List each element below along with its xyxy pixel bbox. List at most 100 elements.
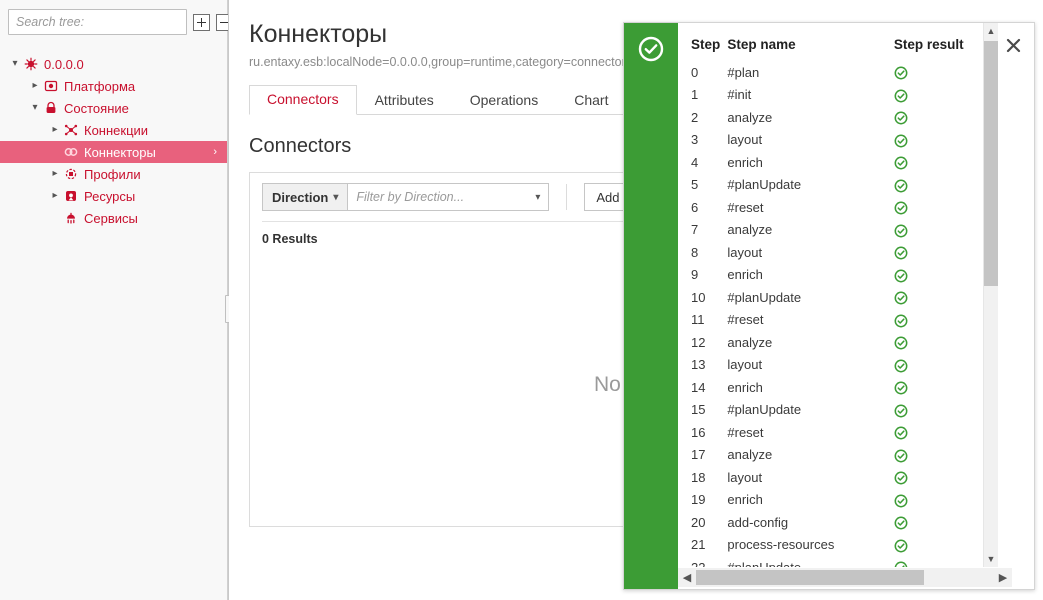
step-row[interactable]: 22#planUpdate (678, 556, 1012, 567)
tree-node-label: Платформа (64, 78, 136, 94)
tree-node-label: Профили (84, 166, 141, 182)
step-row[interactable]: 14 enrich (678, 376, 1012, 399)
step-row[interactable]: 0 #plan (678, 61, 1012, 84)
overlay-status-bar (624, 23, 678, 589)
overlay-body: Step Step name Step result 0 #plan 1 #init 2… (678, 23, 1034, 589)
step-index: 14 (691, 379, 706, 395)
scroll-up-icon[interactable]: ▲ (984, 23, 998, 39)
tree-node-3[interactable]: ▸ Коннекции (0, 119, 227, 141)
filter-field-dropdown[interactable]: Direction ▾ (262, 183, 348, 211)
check-circle-icon (894, 357, 908, 372)
step-index: 17 (691, 447, 706, 463)
step-name: analyze (727, 222, 773, 238)
step-index: 6 (691, 199, 699, 215)
step-row[interactable]: 9 enrich (678, 264, 1012, 287)
tree-node-7[interactable]: Сервисы (0, 207, 227, 229)
step-row[interactable]: 2 analyze (678, 106, 1012, 129)
step-name: #planUpdate (727, 402, 802, 418)
tree-node-0[interactable]: ▾ 0.0.0.0 (0, 53, 227, 75)
tree-node-6[interactable]: ▸ Ресурсы (0, 185, 227, 207)
check-circle-icon (894, 222, 908, 237)
tab-connectors[interactable]: Connectors (249, 85, 357, 115)
vertical-scrollbar[interactable]: ▲ ▼ (983, 23, 998, 567)
check-circle-icon (894, 424, 908, 440)
step-row[interactable]: 8 layout (678, 241, 1012, 264)
step-name: enrich (727, 154, 763, 170)
tab-attributes[interactable]: Attributes (357, 86, 452, 115)
twisty-icon[interactable]: ▾ (28, 97, 42, 119)
step-name: layout (727, 132, 763, 148)
step-row[interactable]: 17 analyze (678, 444, 1012, 467)
tree-node-5[interactable]: ▸ Профили (0, 163, 227, 185)
scroll-right-icon[interactable]: ▶ (994, 571, 1012, 584)
step-index: 0 (691, 64, 699, 80)
step-name: #reset (727, 424, 764, 440)
step-row[interactable]: 3 layout (678, 129, 1012, 152)
step-row[interactable]: 6 #reset (678, 196, 1012, 219)
step-index: 10 (691, 289, 706, 305)
tree-node-label: Состояние (64, 100, 129, 116)
tab-chart[interactable]: Chart (556, 86, 626, 115)
step-row[interactable]: 12 analyze (678, 331, 1012, 354)
check-circle-icon (894, 177, 908, 192)
step-name: layout (727, 244, 763, 260)
step-row[interactable]: 11 #reset (678, 309, 1012, 332)
step-row[interactable]: 20 add-config (678, 511, 1012, 534)
step-name: #reset (727, 312, 764, 328)
step-name: layout (727, 357, 763, 373)
step-row[interactable]: 10 #planUpdate (678, 286, 1012, 309)
check-circle-icon (637, 35, 665, 63)
connections-icon (62, 123, 80, 137)
step-row[interactable]: 1 #init (678, 84, 1012, 107)
twisty-icon[interactable]: ▸ (48, 185, 62, 207)
step-row[interactable]: 7 analyze (678, 219, 1012, 242)
scroll-left-icon[interactable]: ◀ (678, 571, 696, 584)
step-index: 13 (691, 357, 706, 373)
vertical-scroll-thumb[interactable] (984, 41, 998, 286)
search-tree-input[interactable] (8, 9, 187, 35)
twisty-icon[interactable]: ▸ (48, 163, 62, 185)
tree-search-row (0, 0, 233, 35)
step-row[interactable]: 21 process-resources (678, 534, 1012, 557)
twisty-icon[interactable]: ▸ (28, 75, 42, 97)
step-row[interactable]: 15 #planUpdate (678, 399, 1012, 422)
step-row[interactable]: 5 #planUpdate (678, 174, 1012, 197)
step-name: analyze (727, 334, 773, 350)
step-name: enrich (727, 267, 763, 283)
tab-operations[interactable]: Operations (452, 86, 556, 115)
check-circle-icon (894, 109, 908, 125)
step-row[interactable]: 13 layout (678, 354, 1012, 377)
step-index: 11 (691, 312, 705, 328)
step-name: #planUpdate (727, 289, 802, 305)
check-circle-icon (894, 514, 908, 530)
filter-input[interactable]: Filter by Direction... ▾ (347, 183, 550, 211)
expand-all-icon[interactable] (193, 13, 210, 31)
step-index: 1 (691, 87, 699, 103)
step-row[interactable]: 16 #reset (678, 421, 1012, 444)
scroll-down-icon[interactable]: ▼ (984, 551, 998, 567)
step-row[interactable]: 19 enrich (678, 489, 1012, 512)
close-icon[interactable] (1002, 34, 1024, 56)
tree-node-2[interactable]: ▾ Состояние (0, 97, 227, 119)
tree-node-4[interactable]: Коннекторы › (0, 141, 227, 163)
tree-node-list: ▾ 0.0.0.0 ▸ Платформа ▾ Состояние ▸ Коннекции Ко… (0, 35, 227, 229)
horizontal-scrollbar[interactable]: ◀ ▶ (678, 568, 1012, 587)
step-table: Step Step name Step result 0 #plan 1 #init 2… (678, 37, 1012, 567)
tree-panel: ▾0.0.0.0▸Платформа▾Состояние▸КоннекцииКо… (0, 0, 233, 600)
check-circle-icon (894, 132, 908, 147)
step-name: #planUpdate (727, 177, 802, 193)
step-row[interactable]: 18 layout (678, 466, 1012, 489)
horizontal-scroll-thumb[interactable] (696, 570, 924, 585)
step-index: 16 (691, 424, 706, 440)
step-row[interactable]: 4 enrich (678, 151, 1012, 174)
tree-node-1[interactable]: ▸ Платформа (0, 75, 227, 97)
step-index: 2 (691, 109, 699, 125)
tree-node-label: Сервисы (84, 210, 138, 226)
check-circle-icon (894, 537, 908, 552)
filter-input-placeholder: Filter by Direction... (356, 190, 465, 204)
twisty-icon[interactable]: ▾ (8, 53, 22, 75)
chevron-down-icon: ▾ (333, 191, 339, 203)
tree-node-label: 0.0.0.0 (44, 56, 84, 72)
tree-node-label: Коннекторы (84, 144, 156, 160)
twisty-icon[interactable]: ▸ (48, 119, 62, 141)
